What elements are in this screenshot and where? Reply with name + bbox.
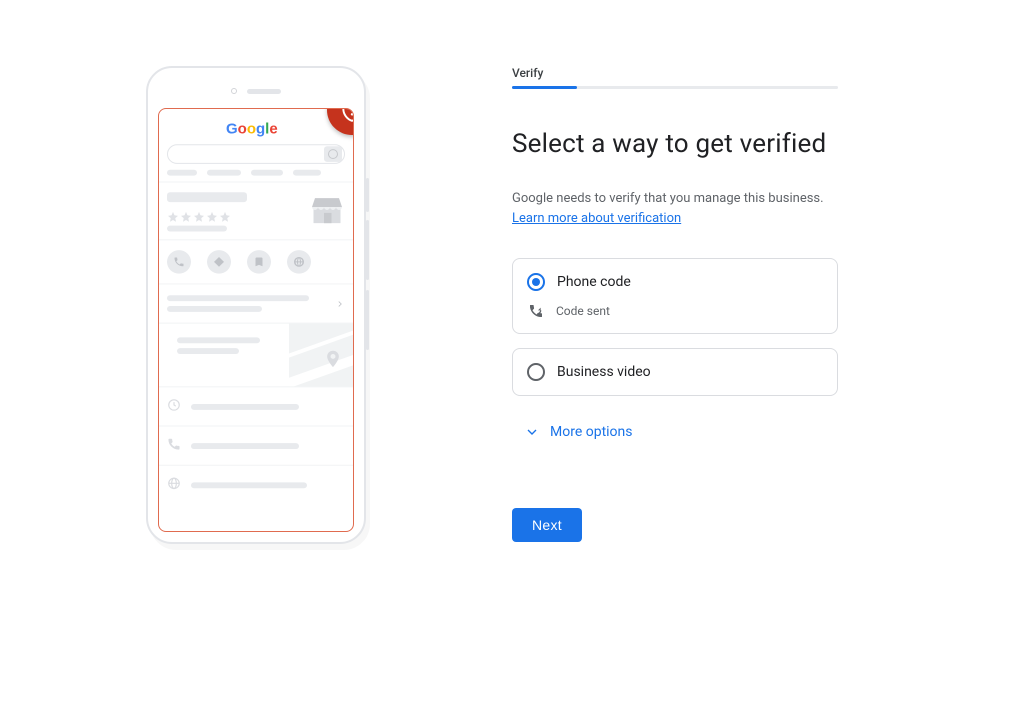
star-icon [167,208,179,220]
option-phone-code-status: Code sent [556,304,610,318]
phone-outline-icon [167,436,181,455]
website-row-placeholder [159,466,353,504]
svg-text:Google: Google [226,122,278,138]
globe-outline-icon [167,476,181,495]
verification-illustration: Google [0,0,512,722]
phone-row-placeholder [159,427,353,465]
next-button[interactable]: Next [512,508,582,542]
star-icon [206,208,218,220]
storefront-icon [309,192,345,231]
progress-step-label: Verify [512,66,964,80]
clock-icon [167,397,181,416]
phone-icon [167,250,191,274]
action-chips-placeholder [159,240,353,283]
phone-frame: Google [146,66,366,544]
option-phone-code[interactable]: Phone code Code sent [512,258,838,334]
star-icon [219,208,231,220]
page-title: Select a way to get verified [512,129,964,159]
more-options-toggle[interactable]: More options [512,424,964,440]
map-thumbnail [289,324,353,387]
description-row-placeholder [159,284,353,322]
search-bar-placeholder [159,144,353,169]
google-logo: Google [159,109,353,144]
subtitle-text: Google needs to verify that you manage t… [512,191,824,206]
address-row-placeholder [159,324,353,387]
phone-speaker [231,88,281,94]
radio-business-video[interactable] [527,363,545,381]
radio-phone-code[interactable] [527,273,545,291]
bookmark-icon [247,250,271,274]
learn-more-link[interactable]: Learn more about verification [512,211,681,226]
more-options-label: More options [550,424,633,440]
star-icon [180,208,192,220]
search-icon [324,146,342,162]
directions-icon [207,250,231,274]
option-business-video[interactable]: Business video [512,348,838,396]
map-pin-icon [323,349,343,373]
option-business-video-title: Business video [557,364,651,380]
star-icon [193,208,205,220]
chevron-down-icon [524,424,540,440]
option-phone-code-title: Phone code [557,274,631,290]
globe-icon [287,250,311,274]
progress-bar [512,86,838,89]
business-header-placeholder [159,183,353,240]
hours-row-placeholder [159,387,353,425]
search-tabs-placeholder [159,170,353,182]
chevron-right-icon [335,294,345,313]
phone-screen: Google [158,108,354,532]
phone-callback-icon [528,303,544,319]
